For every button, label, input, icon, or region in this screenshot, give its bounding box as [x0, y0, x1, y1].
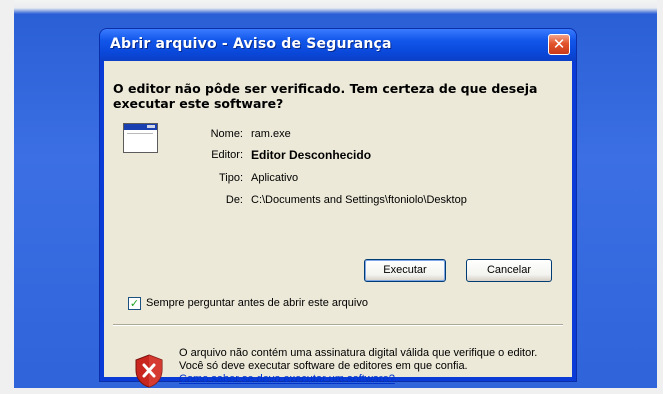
type-label: Tipo: — [218, 172, 243, 184]
close-icon: ✕ — [552, 35, 566, 53]
title-bar[interactable]: Abrir arquivo - Aviso de Segurança ✕ — [100, 29, 576, 61]
run-button[interactable]: Executar — [364, 259, 446, 282]
divider — [113, 324, 563, 326]
warning-message: O arquivo não contém uma assinatura digi… — [179, 347, 538, 372]
cancel-button[interactable]: Cancelar — [466, 259, 552, 282]
help-link[interactable]: Como saber se devo executar um software? — [179, 373, 395, 385]
shield-error-icon — [135, 354, 163, 388]
name-value: ram.exe — [251, 128, 291, 140]
checkmark-icon: ✓ — [129, 297, 140, 310]
publisher-value: Editor Desconhecido — [251, 148, 372, 162]
from-value: C:\Documents and Settings\ftoniolo\Deskt… — [251, 194, 467, 206]
name-label: Nome: — [210, 128, 243, 140]
type-value: Aplicativo — [251, 172, 299, 184]
window-title: Abrir arquivo - Aviso de Segurança — [110, 36, 392, 52]
publisher-label: Editor: — [211, 149, 243, 161]
always-ask-label[interactable]: Sempre perguntar antes de abrir este arq… — [146, 297, 368, 309]
always-ask-checkbox[interactable]: ✓ — [128, 297, 141, 310]
close-button[interactable]: ✕ — [548, 34, 570, 55]
screen-frame-left — [0, 0, 14, 394]
screen-frame-bottom — [0, 388, 663, 394]
warning-headline: O editor não pôde ser verificado. Tem ce… — [113, 81, 538, 111]
screen-frame-right — [657, 0, 663, 394]
dialog-body: O editor não pôde ser verificado. Tem ce… — [104, 61, 572, 388]
security-warning-dialog: Abrir arquivo - Aviso de Segurança ✕ O e… — [100, 29, 576, 388]
from-label: De: — [225, 194, 243, 206]
